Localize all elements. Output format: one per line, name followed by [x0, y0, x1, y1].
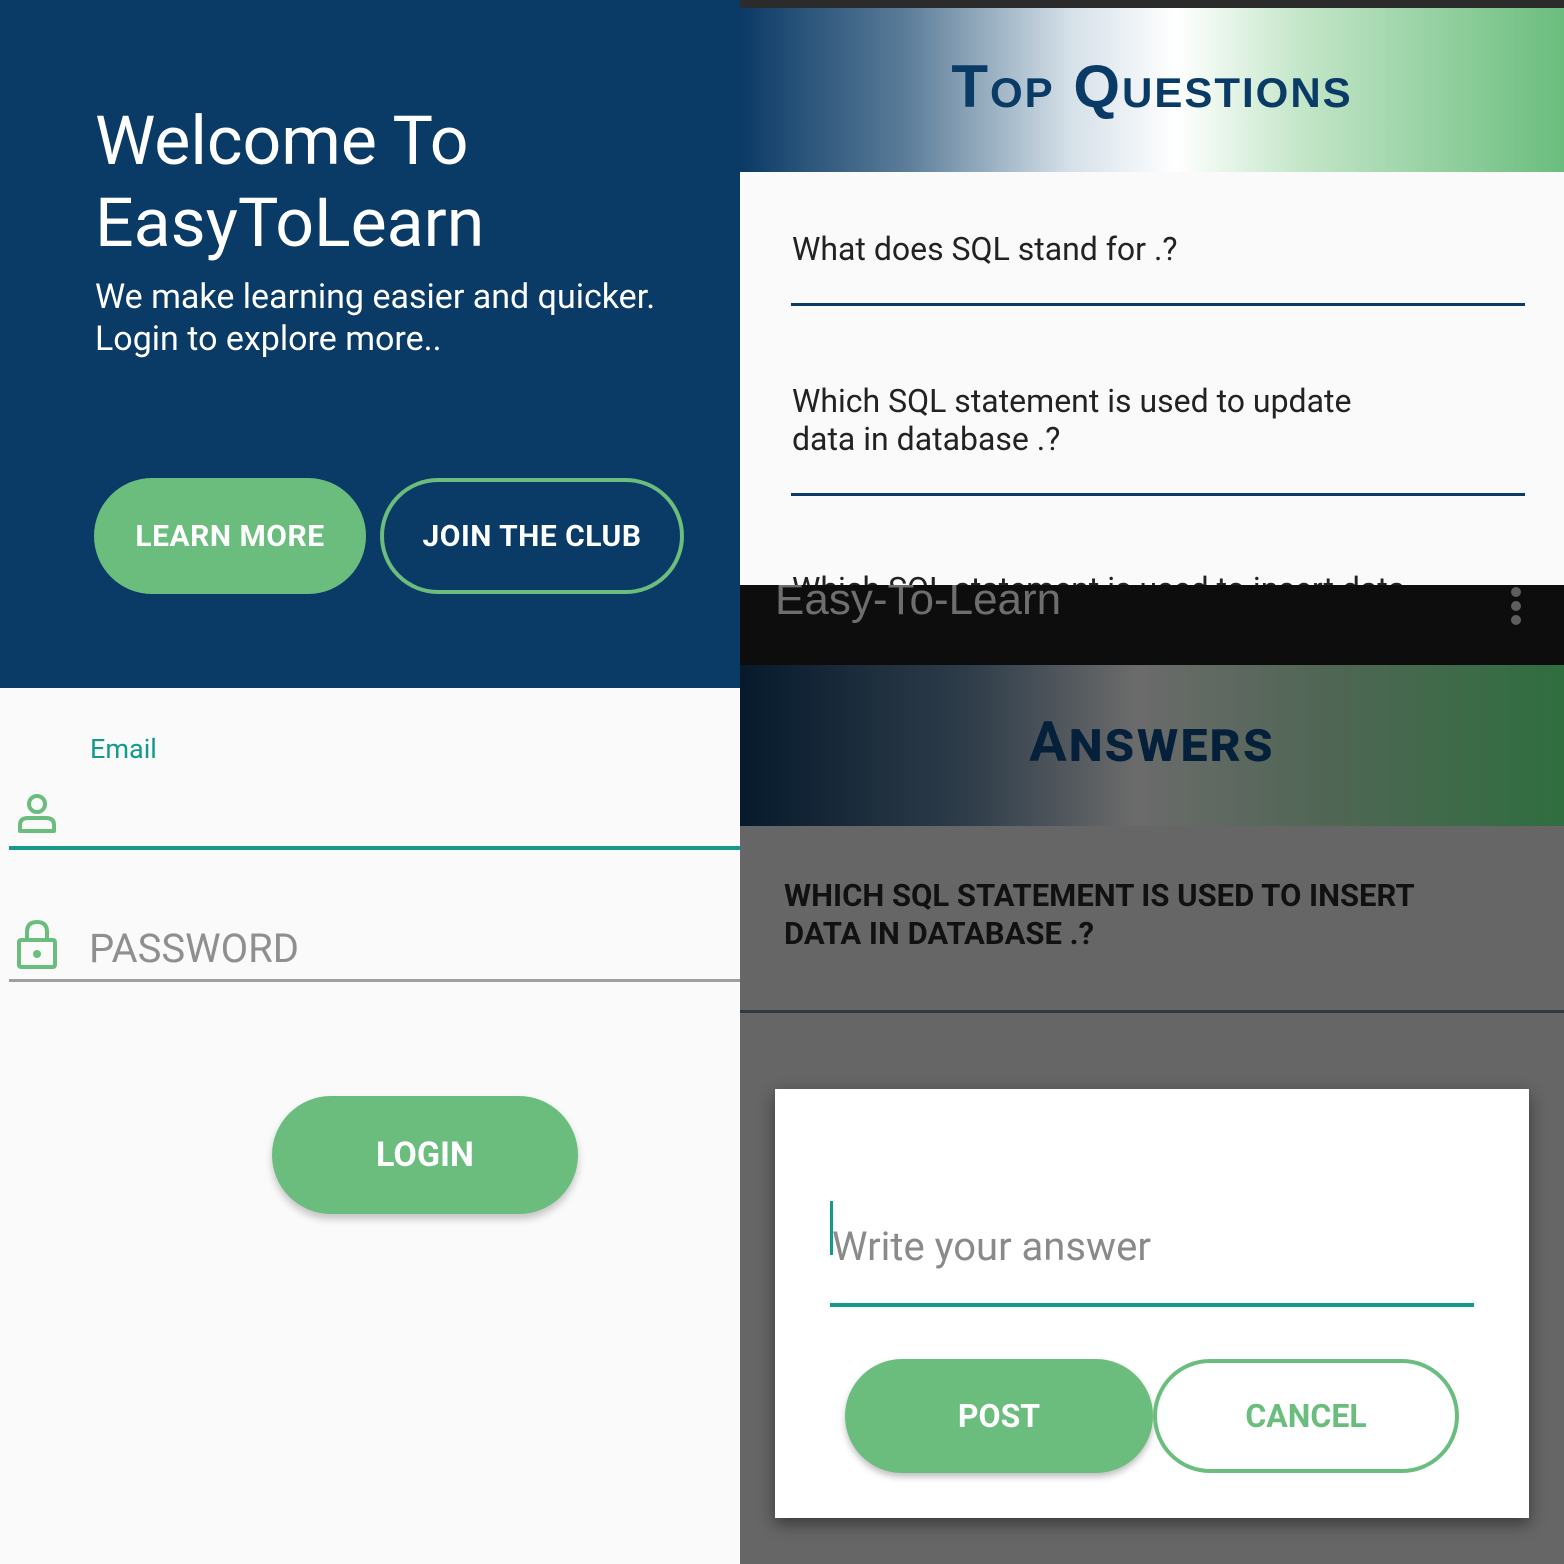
email-label: Email — [90, 733, 157, 765]
question-item[interactable]: Which SQL statement is used to update da… — [792, 382, 1526, 458]
answers-screen: Easy-To-Learn Answers WHICH SQL STATEMEN… — [740, 585, 1564, 1564]
password-field[interactable] — [9, 918, 740, 982]
login-button[interactable]: LOGIN — [272, 1096, 578, 1214]
welcome-subtitle-line1: We make learning easier and quicker. — [95, 277, 656, 317]
status-bar — [740, 0, 1564, 8]
join-the-club-button[interactable]: JOIN THE CLUB — [380, 478, 684, 594]
welcome-title: Welcome To EasyToLearn — [95, 100, 484, 264]
welcome-title-line2: EasyToLearn — [95, 183, 485, 263]
welcome-subtitle: We make learning easier and quicker. Log… — [95, 276, 655, 360]
question-item[interactable]: Which SQL statement is used to insert da… — [792, 570, 1526, 585]
question-text: Which SQL statement is used to insert da… — [792, 570, 1526, 585]
answers-title: Answers — [1029, 709, 1275, 775]
welcome-subtitle-line2: Login to explore more.. — [95, 319, 442, 359]
question-text: What does SQL stand for .? — [792, 230, 1178, 268]
email-field[interactable] — [9, 788, 740, 850]
question-divider — [791, 493, 1525, 496]
login-screen: Welcome To EasyToLearn We make learning … — [0, 0, 740, 1564]
app-toolbar: Easy-To-Learn — [740, 585, 1564, 665]
top-questions-screen: Top Questions What does SQL stand for .?… — [740, 0, 1564, 585]
selected-question-line2: DATA IN DATABASE .? — [784, 915, 1095, 952]
question-item[interactable]: What does SQL stand for .? — [792, 230, 1526, 268]
cancel-button[interactable]: CANCEL — [1153, 1359, 1459, 1473]
post-button[interactable]: POST — [845, 1359, 1153, 1473]
answer-input[interactable] — [830, 1189, 1474, 1307]
text-cursor — [830, 1201, 833, 1255]
more-vert-icon[interactable] — [1508, 585, 1524, 625]
answer-dialog: POST CANCEL — [775, 1089, 1529, 1518]
selected-question: WHICH SQL STATEMENT IS USED TO INSERT DA… — [784, 877, 1504, 953]
welcome-hero: Welcome To EasyToLearn We make learning … — [0, 0, 740, 688]
welcome-title-line1: Welcome To — [95, 101, 469, 181]
selected-question-line1: WHICH SQL STATEMENT IS USED TO INSERT — [784, 877, 1415, 914]
app-title: Easy-To-Learn — [775, 585, 1062, 624]
question-divider — [740, 1010, 1564, 1013]
question-text-line2: data in database .? — [792, 420, 1061, 458]
question-divider — [791, 303, 1525, 306]
top-questions-title: Top Questions — [951, 53, 1353, 120]
learn-more-button[interactable]: LEARN MORE — [94, 478, 366, 594]
question-text-line1: Which SQL statement is used to update — [792, 382, 1352, 420]
